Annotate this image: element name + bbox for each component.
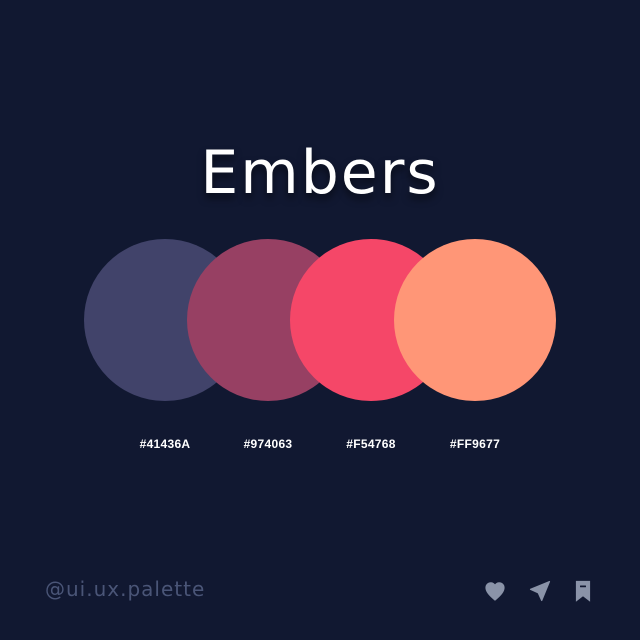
account-handle: @ui.ux.palette [45,577,206,601]
color-code-1: #41436A [139,437,191,451]
palette-card: Embers #41436A #974063 #F54768 #FF9677 @… [0,0,640,640]
color-swatch-4 [394,239,556,401]
palette-title: Embers [200,138,440,208]
color-code-2: #974063 [243,437,293,451]
color-code-4: #FF9677 [449,437,501,451]
color-code-3: #F54768 [346,437,396,451]
bookmark-icon[interactable] [571,579,595,603]
heart-icon[interactable] [483,579,507,603]
send-icon[interactable] [528,579,552,603]
